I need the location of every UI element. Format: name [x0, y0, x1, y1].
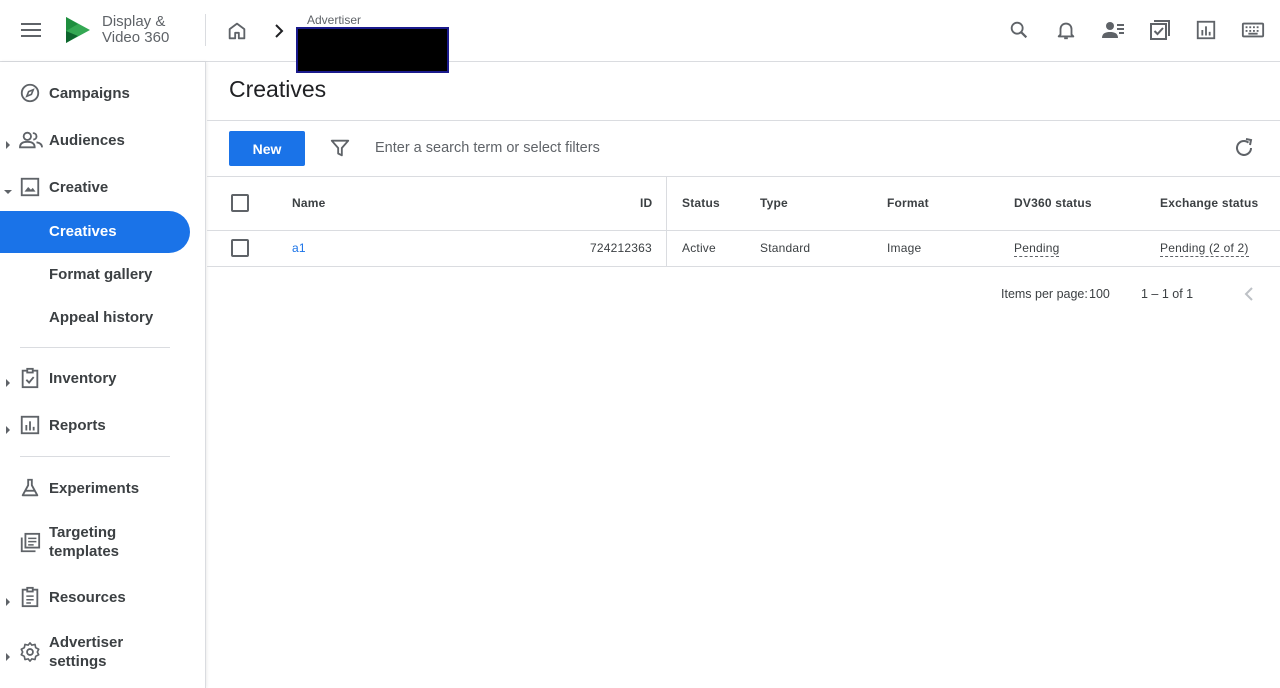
row-checkbox[interactable] [231, 239, 249, 257]
home-icon[interactable] [224, 18, 250, 44]
search-input[interactable] [375, 136, 975, 160]
flask-icon [19, 477, 41, 499]
creative-format: Image [887, 241, 922, 255]
header-row-divider [207, 230, 1280, 231]
sidebar-item-audiences[interactable]: Audiences [0, 119, 206, 161]
column-header-name[interactable]: Name [292, 196, 325, 210]
bar-chart-icon [19, 414, 41, 436]
caret-down-icon [4, 183, 12, 194]
sidebar-item-label: Experiments [49, 480, 140, 497]
advertiser-label: Advertiser [307, 13, 362, 27]
creative-id: 724212363 [590, 241, 652, 255]
compass-icon [19, 82, 41, 104]
sidebar-item-reports[interactable]: Reports [0, 404, 206, 446]
column-header-type[interactable]: Type [760, 196, 788, 210]
advertiser-selector[interactable] [296, 27, 449, 73]
sidebar-item-inventory[interactable]: Inventory [0, 357, 206, 399]
people-icon [19, 129, 43, 151]
reports-icon[interactable] [1192, 16, 1220, 44]
keyboard-icon[interactable] [1239, 16, 1267, 44]
creative-status: Active [682, 241, 716, 255]
pagination-range: 1 – 1 of 1 [1141, 287, 1194, 301]
row-divider [207, 266, 1280, 267]
sidebar-item-campaigns[interactable]: Campaigns [0, 72, 206, 114]
header-divider [205, 14, 206, 46]
sidebar-item-label: Format gallery [49, 266, 153, 283]
filter-icon[interactable] [329, 137, 351, 159]
title-divider [207, 120, 1280, 121]
sidebar-item-label: Creatives [49, 223, 117, 240]
sidebar-item-creative[interactable]: Creative [0, 166, 206, 208]
caret-right-icon [4, 421, 12, 434]
creative-name-link[interactable]: a1 [292, 241, 306, 255]
clipboard-check-icon [19, 367, 41, 389]
dv360-status[interactable]: Pending [1014, 241, 1060, 257]
toolbar-divider [207, 176, 1280, 177]
sidebar-item-label: Creative [49, 179, 109, 196]
items-per-page-label: Items per page: [1001, 287, 1088, 301]
sidebar-item-format-gallery[interactable]: Format gallery [0, 253, 190, 295]
image-icon [19, 176, 41, 198]
gear-icon [19, 641, 41, 663]
sidebar-item-appeal-history[interactable]: Appeal history [0, 296, 190, 338]
sidebar-item-creatives[interactable]: Creatives [0, 211, 190, 253]
chevron-right-icon [270, 22, 288, 40]
sidebar-item-label: Advertiser settings [49, 634, 124, 670]
sidebar-item-label: Audiences [49, 132, 125, 149]
items-per-page-select[interactable]: 100 [1089, 287, 1110, 301]
sidebar-item-label: Resources [49, 589, 126, 606]
sidebar-item-resources[interactable]: Resources [0, 576, 206, 618]
tasks-icon[interactable] [1146, 16, 1174, 44]
chevron-left-icon[interactable] [1238, 283, 1260, 305]
dv360-logo-icon[interactable] [62, 14, 94, 46]
account-switch-icon[interactable] [1099, 16, 1127, 44]
top-app-bar: Display & Video 360 Advertiser [0, 0, 1280, 73]
new-button[interactable]: New [229, 131, 305, 166]
search-icon[interactable] [1005, 16, 1033, 44]
sidebar-divider [20, 456, 170, 457]
sidebar-item-label: Reports [49, 417, 106, 434]
sidebar-item-label: Targeting templates [49, 524, 120, 560]
column-header-status[interactable]: Status [682, 196, 720, 210]
caret-right-icon [4, 593, 12, 606]
column-header-format[interactable]: Format [887, 196, 929, 210]
sidebar-item-targeting-templates[interactable]: Targeting templates [0, 514, 206, 570]
column-header-exchange-status[interactable]: Exchange status [1160, 196, 1258, 210]
menu-icon[interactable] [18, 17, 44, 43]
refresh-icon[interactable] [1232, 136, 1256, 160]
sidebar-item-advertiser-settings[interactable]: Advertiser settings [0, 624, 206, 680]
column-divider [666, 177, 667, 267]
exchange-status[interactable]: Pending (2 of 2) [1160, 241, 1249, 257]
sidebar-item-label: Campaigns [49, 85, 130, 102]
sidebar-item-label: Appeal history [49, 309, 154, 326]
column-header-dv360-status[interactable]: DV360 status [1014, 196, 1092, 210]
caret-right-icon [4, 136, 12, 149]
creative-type: Standard [760, 241, 811, 255]
document-list-icon [19, 586, 41, 608]
page-title: Creatives [229, 76, 327, 102]
sidebar: Campaigns Audiences Creative Creatives F… [0, 62, 206, 688]
sidebar-item-experiments[interactable]: Experiments [0, 467, 206, 509]
bell-icon[interactable] [1052, 16, 1080, 44]
product-name: Display & Video 360 [102, 13, 170, 46]
sidebar-item-label: Inventory [49, 370, 117, 387]
column-header-id[interactable]: ID [640, 196, 652, 210]
sidebar-divider [20, 347, 170, 348]
library-icon [19, 532, 41, 554]
caret-right-icon [4, 374, 12, 387]
select-all-checkbox[interactable] [231, 194, 249, 212]
caret-right-icon [4, 648, 12, 661]
